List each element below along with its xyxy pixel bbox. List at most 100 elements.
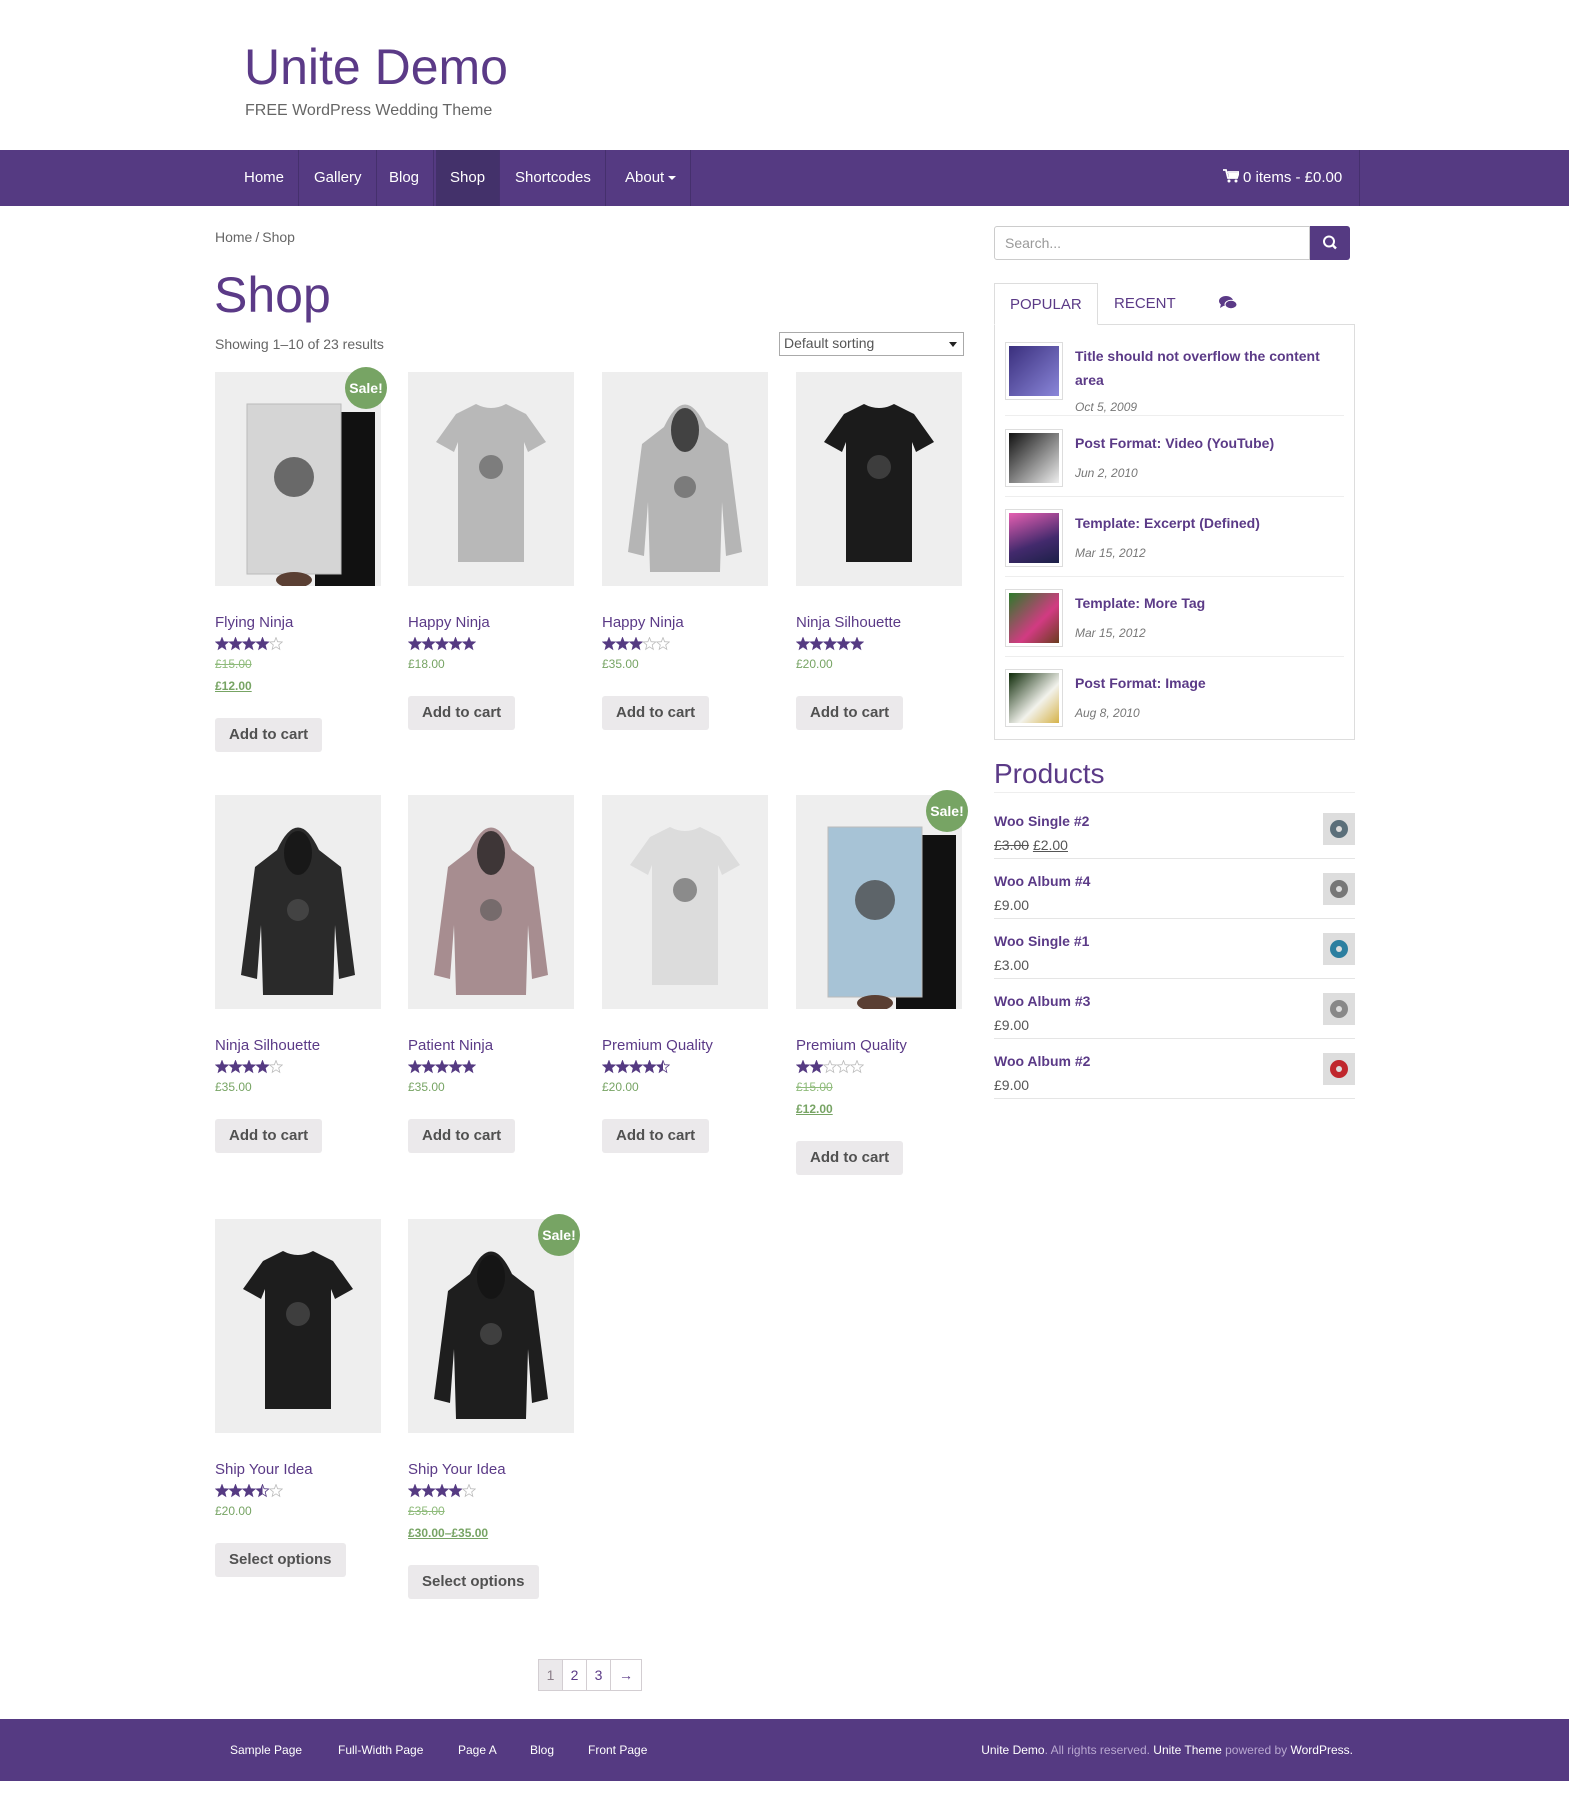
nav-item-shop[interactable]: Shop <box>436 150 501 206</box>
search-button[interactable] <box>1310 226 1350 260</box>
add-to-cart-button[interactable]: Add to cart <box>215 718 323 752</box>
products-widget-title: Products <box>994 758 1105 789</box>
footer-powered-by: powered by <box>1225 1743 1288 1757</box>
nav-label: Shop <box>450 169 486 186</box>
nav-item-about[interactable]: About <box>611 150 692 206</box>
post-thumbnail[interactable] <box>1005 342 1063 400</box>
post-thumbnail-image <box>1009 673 1059 723</box>
post-thumbnail-image <box>1009 593 1059 643</box>
product-old-price: £35.00 <box>408 1504 445 1518</box>
product-thumbnail[interactable] <box>796 372 962 586</box>
product-old-price: £15.00 <box>215 657 252 671</box>
post-thumbnail[interactable] <box>1005 429 1063 487</box>
breadcrumb-separator: / <box>255 229 260 245</box>
product-price: £20.00 <box>796 657 833 671</box>
product-thumbnail[interactable] <box>602 372 768 586</box>
product-name[interactable]: Ninja Silhouette <box>215 1037 320 1054</box>
shopping-cart-icon <box>1223 169 1239 183</box>
footer-link-sample-page[interactable]: Sample Page <box>230 1743 302 1757</box>
footer-wordpress-link[interactable]: WordPress <box>1291 1743 1350 1757</box>
footer-theme-link[interactable]: Unite Theme <box>1153 1743 1221 1757</box>
product-image <box>243 1251 353 1409</box>
add-to-cart-button[interactable]: Add to cart <box>215 1119 323 1153</box>
sale-badge: Sale! <box>538 1214 580 1256</box>
cart-link[interactable]: 0 items - £0.00 <box>1205 150 1361 206</box>
product-name[interactable]: Ship Your Idea <box>215 1461 313 1478</box>
product-name[interactable]: Happy Ninja <box>408 614 490 631</box>
sorting-select[interactable]: Default sorting <box>779 332 964 356</box>
add-to-cart-button[interactable]: Add to cart <box>796 696 904 730</box>
footer-rights: . All rights reserved. <box>1044 1743 1150 1757</box>
footer-link-front-page[interactable]: Front Page <box>588 1743 647 1757</box>
site-title[interactable]: Unite Demo <box>244 38 508 96</box>
widget-product-name[interactable]: Woo Album #2 <box>994 1053 1090 1069</box>
post-title[interactable]: Template: More Tag <box>1075 591 1345 615</box>
footer-link-full-width-page[interactable]: Full-Width Page <box>338 1743 423 1757</box>
post-thumbnail-image <box>1009 513 1059 563</box>
product-name[interactable]: Premium Quality <box>796 1037 907 1054</box>
footer-site-name[interactable]: Unite Demo <box>981 1743 1044 1757</box>
product-name[interactable]: Ship Your Idea <box>408 1461 506 1478</box>
footer-link-page-a[interactable]: Page A <box>458 1743 497 1757</box>
nav-item-gallery[interactable]: Gallery <box>300 150 377 206</box>
widget-product-thumbnail[interactable] <box>1323 993 1355 1025</box>
search-input[interactable]: Search... <box>994 226 1310 260</box>
pagination: 1 2 3 → <box>538 1659 642 1691</box>
widget-product-thumbnail[interactable] <box>1323 933 1355 965</box>
star-rating <box>215 637 283 651</box>
product-name[interactable]: Flying Ninja <box>215 614 293 631</box>
product-price: £20.00 <box>602 1080 639 1094</box>
widget-product-item: Woo Single #1 £3.00 <box>994 919 1355 979</box>
widget-product-name[interactable]: Woo Album #4 <box>994 873 1090 889</box>
product-name[interactable]: Premium Quality <box>602 1037 713 1054</box>
post-thumbnail[interactable] <box>1005 509 1063 567</box>
page-2[interactable]: 2 <box>563 1660 587 1690</box>
nav-item-blog[interactable]: Blog <box>375 150 435 206</box>
post-thumbnail[interactable] <box>1005 669 1063 727</box>
product-thumbnail[interactable] <box>602 795 768 1009</box>
add-to-cart-button[interactable]: Add to cart <box>408 696 516 730</box>
page-3[interactable]: 3 <box>587 1660 611 1690</box>
tab-recent[interactable]: RECENT <box>1099 283 1191 325</box>
next-page[interactable]: → <box>611 1660 641 1690</box>
post-date: Mar 15, 2012 <box>1075 546 1146 560</box>
widget-product-thumbnail[interactable] <box>1323 873 1355 905</box>
nav-item-home[interactable]: Home <box>230 150 300 206</box>
add-to-cart-button[interactable]: Add to cart <box>602 696 710 730</box>
widget-product-price: £2.00 <box>1032 837 1068 853</box>
widget-product-name[interactable]: Woo Single #1 <box>994 933 1089 949</box>
post-title[interactable]: Post Format: Image <box>1075 671 1345 695</box>
tab-comments[interactable] <box>1203 283 1253 325</box>
widget-product-price: £9.00 <box>994 1077 1030 1093</box>
add-to-cart-button[interactable]: Add to cart <box>796 1141 904 1175</box>
product-name[interactable]: Patient Ninja <box>408 1037 493 1054</box>
product-thumbnail[interactable] <box>408 372 574 586</box>
widget-product-name[interactable]: Woo Single #2 <box>994 813 1089 829</box>
product-thumbnail[interactable] <box>215 795 381 1009</box>
add-to-cart-button[interactable]: Add to cart <box>408 1119 516 1153</box>
popular-post-item: Post Format: Video (YouTube) Jun 2, 2010 <box>1005 421 1344 497</box>
product-card: Ninja Silhouette £20.00 Add to cart <box>796 372 962 730</box>
post-title[interactable]: Title should not overflow the content ar… <box>1075 344 1345 392</box>
product-thumbnail[interactable] <box>215 1219 381 1433</box>
nav-item-shortcodes[interactable]: Shortcodes <box>501 150 606 206</box>
product-name[interactable]: Happy Ninja <box>602 614 684 631</box>
select-options-button[interactable]: Select options <box>215 1543 346 1577</box>
product-thumbnail[interactable] <box>408 795 574 1009</box>
widget-product-thumbnail[interactable] <box>1323 1053 1355 1085</box>
widget-product-name[interactable]: Woo Album #3 <box>994 993 1090 1009</box>
product-name[interactable]: Ninja Silhouette <box>796 614 901 631</box>
post-thumbnail[interactable] <box>1005 589 1063 647</box>
post-title[interactable]: Template: Excerpt (Defined) <box>1075 511 1345 535</box>
product-card: Premium Quality £20.00 Add to cart <box>602 795 768 1153</box>
breadcrumb-home[interactable]: Home <box>215 229 252 245</box>
select-options-button[interactable]: Select options <box>408 1565 539 1599</box>
widget-product-thumbnail[interactable] <box>1323 813 1355 845</box>
post-title[interactable]: Post Format: Video (YouTube) <box>1075 431 1345 455</box>
widget-product-old-price: £3.00 <box>994 837 1030 853</box>
sorting-selected-value: Default sorting <box>784 335 875 351</box>
product-card: Patient Ninja £35.00 Add to cart <box>408 795 574 1153</box>
add-to-cart-button[interactable]: Add to cart <box>602 1119 710 1153</box>
footer-link-blog[interactable]: Blog <box>530 1743 554 1757</box>
tab-popular[interactable]: POPULAR <box>994 283 1098 325</box>
